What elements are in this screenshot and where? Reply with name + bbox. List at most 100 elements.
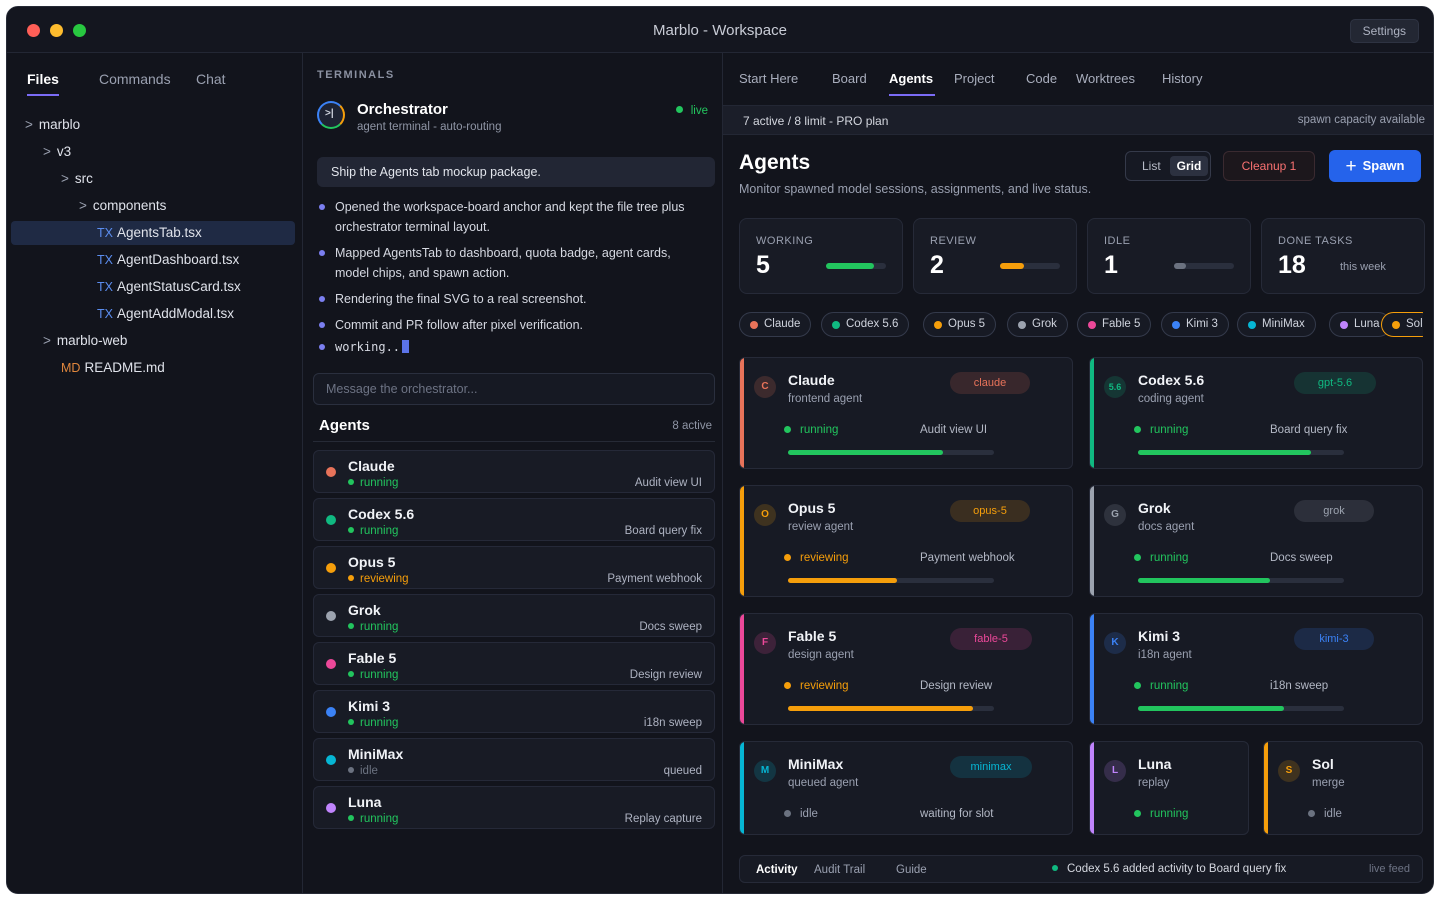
model-color-dot-icon [1340, 321, 1348, 329]
agent-list-item[interactable]: Grok running Docs sweep [313, 594, 715, 637]
agent-task: i18n sweep [643, 717, 702, 729]
log-line: Mapped AgentsTab to dashboard, quota bad… [319, 243, 699, 283]
agent-list-item[interactable]: Luna running Replay capture [313, 786, 715, 829]
list-view-button[interactable]: List [1142, 159, 1161, 173]
agents-active-count: 8 active [672, 420, 712, 432]
card-accent-bar [740, 614, 744, 724]
task-progress-track [788, 450, 994, 455]
orchestrator-message-input[interactable] [313, 373, 715, 405]
tree-file[interactable]: TX AgentStatusCard.tsx [11, 275, 295, 299]
tree-file[interactable]: TX AgentAddModal.tsx [11, 302, 295, 326]
files-panel-tabs: Files Commands Chat [7, 53, 302, 101]
card-accent-bar [740, 486, 744, 596]
task-progress-track [1138, 578, 1344, 583]
file-type-icon: TX [97, 280, 113, 294]
tab-worktrees[interactable]: Worktrees [1076, 71, 1135, 86]
agent-status: running [784, 424, 838, 436]
tree-folder[interactable]: > marblo [11, 113, 295, 137]
activity-message-text: Codex 5.6 added activity to Board query … [1067, 863, 1287, 875]
tab-files[interactable]: Files [27, 71, 59, 87]
orchestrator-title[interactable]: Orchestrator [357, 101, 448, 118]
card-accent-bar [1090, 742, 1094, 834]
tab-guide[interactable]: Guide [896, 864, 927, 876]
tree-folder[interactable]: > components [11, 194, 295, 218]
spawn-button[interactable]: + Spawn [1329, 150, 1421, 182]
agent-name: Claude [788, 372, 835, 388]
agent-avatar: L [1104, 760, 1126, 782]
agent-avatar: F [754, 632, 776, 654]
model-chip-grok[interactable]: Grok [1007, 312, 1068, 337]
agent-card-minimax[interactable]: M MiniMax queued agent minimax idle waiting f… [739, 741, 1073, 835]
tree-file[interactable]: TX AgentDashboard.tsx [11, 248, 295, 272]
tree-folder[interactable]: > marblo-web [11, 329, 295, 353]
tree-file[interactable]: TX AgentsTab.tsx [11, 221, 295, 245]
log-line: Commit and PR follow after pixel verific… [319, 315, 699, 335]
agent-status-label: reviewing [800, 552, 849, 564]
tree-file[interactable]: MD README.md [11, 356, 295, 380]
agent-card-fable-5[interactable]: F Fable 5 design agent fable-5 reviewing Desi… [739, 613, 1073, 725]
agent-task: Payment webhook [607, 573, 702, 585]
cursor-icon [402, 340, 410, 353]
agent-list-item[interactable]: Opus 5 reviewing Payment webhook [313, 546, 715, 589]
model-chip-codex-5-6[interactable]: Codex 5.6 [821, 312, 910, 337]
tree-folder[interactable]: > v3 [11, 140, 295, 164]
log-line: Opened the workspace-board anchor and ke… [319, 197, 699, 237]
agent-task: Design review [920, 680, 993, 692]
tab-start-here[interactable]: Start Here [739, 71, 798, 86]
tree-folder[interactable]: > src [11, 167, 295, 191]
agent-card-claude[interactable]: C Claude frontend agent claude running Audit … [739, 357, 1073, 469]
agent-list-item[interactable]: Claude running Audit view UI [313, 450, 715, 493]
agent-avatar: G [1104, 504, 1126, 526]
model-chip-opus-5[interactable]: Opus 5 [923, 312, 997, 337]
agent-role: design agent [788, 649, 854, 661]
agent-list-item[interactable]: MiniMax idle queued [313, 738, 715, 781]
live-status: live [675, 105, 708, 117]
files-panel: Files Commands Chat > marblo > v3 > src > compo… [7, 53, 303, 893]
active-tab-indicator [27, 94, 59, 96]
agents-list-heading: Agents [319, 417, 370, 434]
tab-activity[interactable]: Activity [756, 864, 798, 876]
settings-button[interactable]: Settings [1349, 19, 1419, 43]
tab-agents[interactable]: Agents [889, 71, 933, 86]
card-accent-bar [740, 742, 744, 834]
working-line: working.. [319, 337, 699, 357]
status-dot-icon [1134, 554, 1141, 561]
stat-value: 5 [756, 251, 770, 279]
tree-label: AgentsTab.tsx [116, 225, 202, 240]
cleanup-button[interactable]: Cleanup 1 [1223, 151, 1315, 181]
agent-color-dot-icon [326, 563, 336, 573]
agent-card-codex-5-6[interactable]: 5.6 Codex 5.6 coding agent gpt-5.6 running Bo… [1089, 357, 1423, 469]
agent-card-kimi-3[interactable]: K Kimi 3 i18n agent kimi-3 running i18n sweep [1089, 613, 1423, 725]
orchestrator-prompt: Ship the Agents tab mockup package. [317, 157, 715, 187]
tab-board[interactable]: Board [832, 71, 867, 86]
tab-history[interactable]: History [1162, 71, 1202, 86]
live-status-label: live [690, 105, 708, 117]
model-chip-claude[interactable]: Claude [739, 312, 812, 337]
grid-view-button[interactable]: Grid [1170, 156, 1208, 176]
model-chip-fable-5[interactable]: Fable 5 [1077, 312, 1152, 337]
model-color-dot-icon [832, 321, 840, 329]
agent-name: Codex 5.6 [348, 506, 415, 522]
agent-list-item[interactable]: Codex 5.6 running Board query fix [313, 498, 715, 541]
agent-card-grok[interactable]: G Grok docs agent grok running Docs sweep [1089, 485, 1423, 597]
agent-avatar: C [754, 376, 776, 398]
tab-project[interactable]: Project [954, 71, 994, 86]
agent-name: Luna [348, 794, 382, 810]
model-badge: gpt-5.6 [1294, 372, 1376, 394]
tab-commands[interactable]: Commands [99, 71, 171, 87]
model-badge: claude [950, 372, 1030, 394]
tab-code[interactable]: Code [1026, 71, 1057, 86]
model-chip-minimax[interactable]: MiniMax [1237, 312, 1316, 337]
agent-card-sol[interactable]: S Sol merge idle [1263, 741, 1423, 835]
model-chip-sol[interactable]: Sol [1381, 312, 1423, 337]
status-dot-icon [348, 767, 354, 773]
model-chip-kimi-3[interactable]: Kimi 3 [1161, 312, 1229, 337]
tab-audit-trail[interactable]: Audit Trail [814, 864, 865, 876]
tab-chat[interactable]: Chat [196, 71, 226, 87]
agent-card-opus-5[interactable]: O Opus 5 review agent opus-5 reviewing Paymen… [739, 485, 1073, 597]
agent-card-luna[interactable]: L Luna replay running [1089, 741, 1249, 835]
terminals-section-label: TERMINALS [317, 69, 395, 81]
stat-note: this week [1340, 261, 1386, 273]
agent-list-item[interactable]: Kimi 3 running i18n sweep [313, 690, 715, 733]
agent-list-item[interactable]: Fable 5 running Design review [313, 642, 715, 685]
